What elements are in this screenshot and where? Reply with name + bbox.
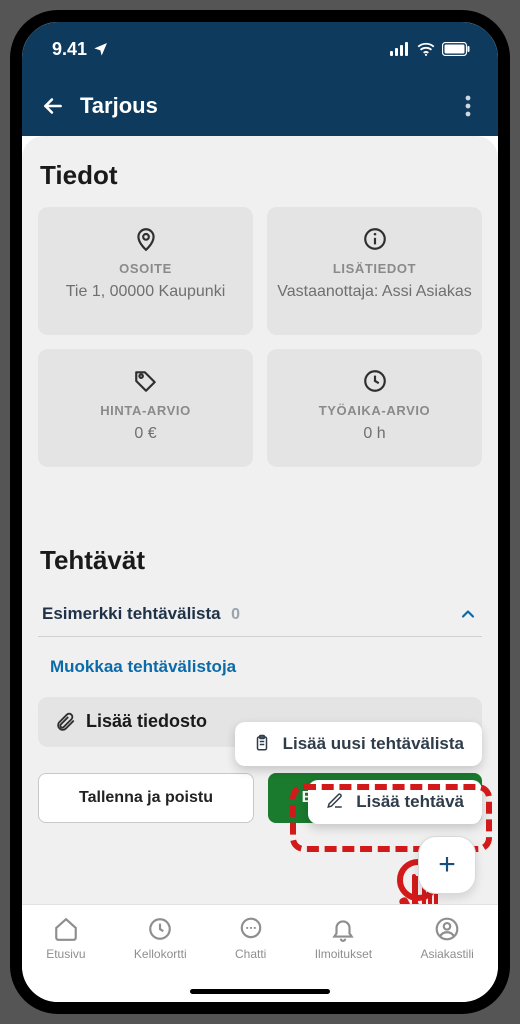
card-info-value: Vastaanottaja: Assi Asiakas xyxy=(275,282,473,303)
menu-add-task-label: Lisää tehtävä xyxy=(356,792,464,812)
card-address[interactable]: OSOITE Tie 1, 00000 Kaupunki xyxy=(38,207,253,335)
plus-icon: + xyxy=(438,850,456,880)
tab-timecard[interactable]: Kellokortti xyxy=(134,915,187,961)
tasklist-accordion-header[interactable]: Esimerkki tehtävälista 0 xyxy=(38,592,482,636)
clock-icon xyxy=(361,367,389,395)
fab-add-button[interactable]: + xyxy=(418,836,476,894)
location-arrow-icon xyxy=(93,41,109,57)
menu-add-task[interactable]: Lisää tehtävä xyxy=(308,780,482,824)
more-menu-button[interactable] xyxy=(452,90,484,122)
card-price-value: 0 € xyxy=(132,424,158,445)
card-time-label: TYÖAIKA-ARVIO xyxy=(319,403,431,418)
fab-popup-menu: Lisää uusi tehtävälista Lisää tehtävä xyxy=(235,722,482,824)
card-info-label: LISÄTIEDOT xyxy=(333,261,416,276)
card-address-value: Tie 1, 00000 Kaupunki xyxy=(64,282,228,303)
battery-icon xyxy=(442,42,470,56)
add-file-label: Lisää tiedosto xyxy=(86,711,207,732)
chevron-up-icon xyxy=(458,604,478,624)
tab-notifications[interactable]: Ilmoitukset xyxy=(315,915,372,961)
page-title: Tarjous xyxy=(80,93,158,119)
home-icon xyxy=(52,915,80,943)
tab-notifications-label: Ilmoitukset xyxy=(315,947,372,961)
info-icon xyxy=(361,225,389,253)
clock-icon xyxy=(146,915,174,943)
back-button[interactable] xyxy=(36,89,70,123)
user-circle-icon xyxy=(433,915,461,943)
tab-home-label: Etusivu xyxy=(46,947,85,961)
tab-chat-label: Chatti xyxy=(235,947,266,961)
chat-icon xyxy=(237,915,265,943)
tasklist-count: 0 xyxy=(231,606,240,623)
status-time: 9.41 xyxy=(52,39,87,60)
tab-account-label: Asiakastili xyxy=(420,947,473,961)
tab-home[interactable]: Etusivu xyxy=(46,915,85,961)
wifi-icon xyxy=(416,42,436,56)
section-tiedot-title: Tiedot xyxy=(40,160,482,191)
clipboard-icon xyxy=(253,734,273,754)
bell-icon xyxy=(329,915,357,943)
map-pin-icon xyxy=(132,225,160,253)
card-time[interactable]: TYÖAIKA-ARVIO 0 h xyxy=(267,349,482,467)
paperclip-icon xyxy=(54,711,76,733)
card-price-label: HINTA-ARVIO xyxy=(100,403,191,418)
nav-bar: Tarjous xyxy=(22,76,498,136)
price-tag-icon xyxy=(132,367,160,395)
save-exit-button[interactable]: Tallenna ja poistu xyxy=(38,773,254,823)
tab-account[interactable]: Asiakastili xyxy=(420,915,473,961)
card-address-label: OSOITE xyxy=(119,261,172,276)
tab-timecard-label: Kellokortti xyxy=(134,947,187,961)
edit-tasklists-link[interactable]: Muokkaa tehtävälistoja xyxy=(38,651,482,697)
card-price[interactable]: HINTA-ARVIO 0 € xyxy=(38,349,253,467)
tab-chat[interactable]: Chatti xyxy=(235,915,266,961)
card-info[interactable]: LISÄTIEDOT Vastaanottaja: Assi Asiakas xyxy=(267,207,482,335)
phone-frame: 9.41 xyxy=(10,10,510,1014)
card-time-value: 0 h xyxy=(361,424,387,445)
tab-bar: Etusivu Kellokortti Chatti Ilmoitukset A… xyxy=(22,904,498,1002)
edit-icon xyxy=(326,792,346,812)
save-exit-label: Tallenna ja poistu xyxy=(79,789,213,807)
menu-add-tasklist-label: Lisää uusi tehtävälista xyxy=(283,734,464,754)
menu-add-tasklist[interactable]: Lisää uusi tehtävälista xyxy=(235,722,482,766)
status-bar: 9.41 xyxy=(22,22,498,76)
signal-icon xyxy=(390,42,410,56)
tasklist-name: Esimerkki tehtävälista xyxy=(42,604,221,623)
section-tehtavat-title: Tehtävät xyxy=(40,545,482,576)
home-indicator xyxy=(190,989,330,994)
